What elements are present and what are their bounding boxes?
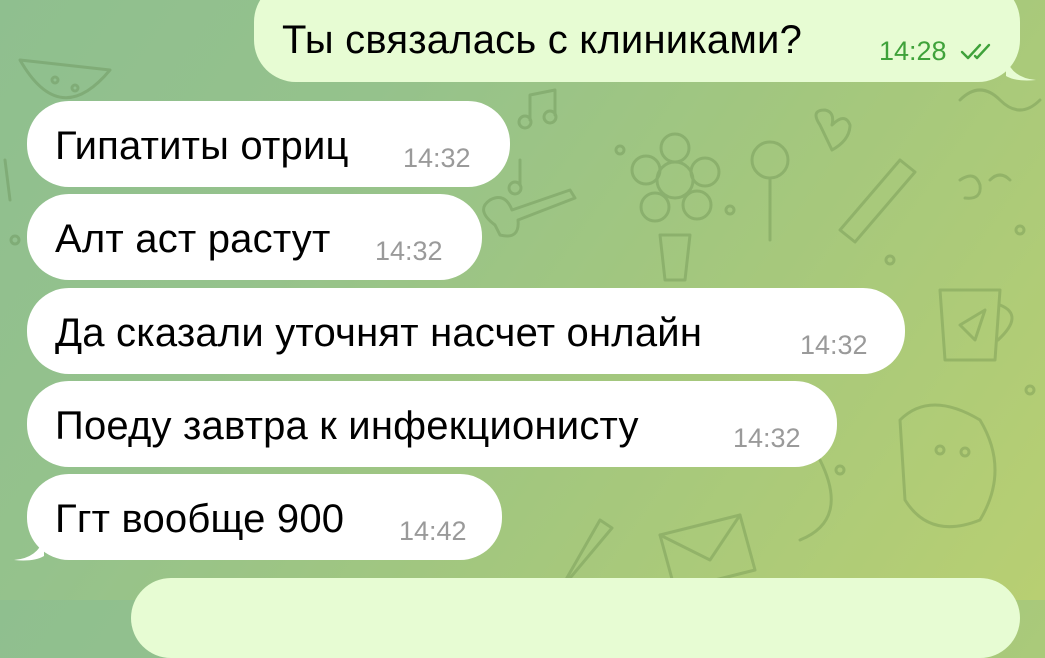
message-time: 14:32 bbox=[403, 143, 471, 173]
message-bubble-incoming[interactable]: Ггт вообще 900 14:42 bbox=[27, 474, 502, 560]
message-bubble-outgoing[interactable]: Ты связалась с клиниками? 14:28 bbox=[254, 0, 1020, 82]
message-time: 14:32 bbox=[375, 236, 443, 266]
bubble-tail bbox=[1006, 58, 1036, 81]
read-double-check-icon bbox=[960, 43, 991, 60]
message-text: Ггт вообще 900 bbox=[55, 497, 345, 541]
message-text: Ты связалась с клиниками? bbox=[282, 18, 803, 62]
message-time: 14:42 bbox=[399, 516, 467, 546]
message-time: 14:32 bbox=[733, 423, 801, 453]
message-text: Алт аст растут bbox=[55, 217, 331, 261]
message-bubble-incoming[interactable]: Гипатиты отриц 14:32 bbox=[27, 101, 510, 187]
message-bubble-outgoing-partial[interactable] bbox=[131, 578, 1020, 658]
message-bubble-incoming[interactable]: Да сказали уточнят насчет онлайн 14:32 bbox=[27, 288, 905, 374]
message-text: Гипатиты отриц bbox=[55, 124, 349, 168]
message-time: 14:32 bbox=[800, 330, 868, 360]
message-bubble-incoming[interactable]: Поеду завтра к инфекционисту 14:32 bbox=[27, 381, 837, 467]
message-bubble-incoming[interactable]: Алт аст растут 14:32 bbox=[27, 194, 482, 280]
message-text: Поеду завтра к инфекционисту bbox=[55, 404, 639, 448]
bubble-tail bbox=[14, 538, 44, 561]
message-time: 14:28 bbox=[879, 36, 947, 66]
message-text: Да сказали уточнят насчет онлайн bbox=[55, 311, 703, 355]
